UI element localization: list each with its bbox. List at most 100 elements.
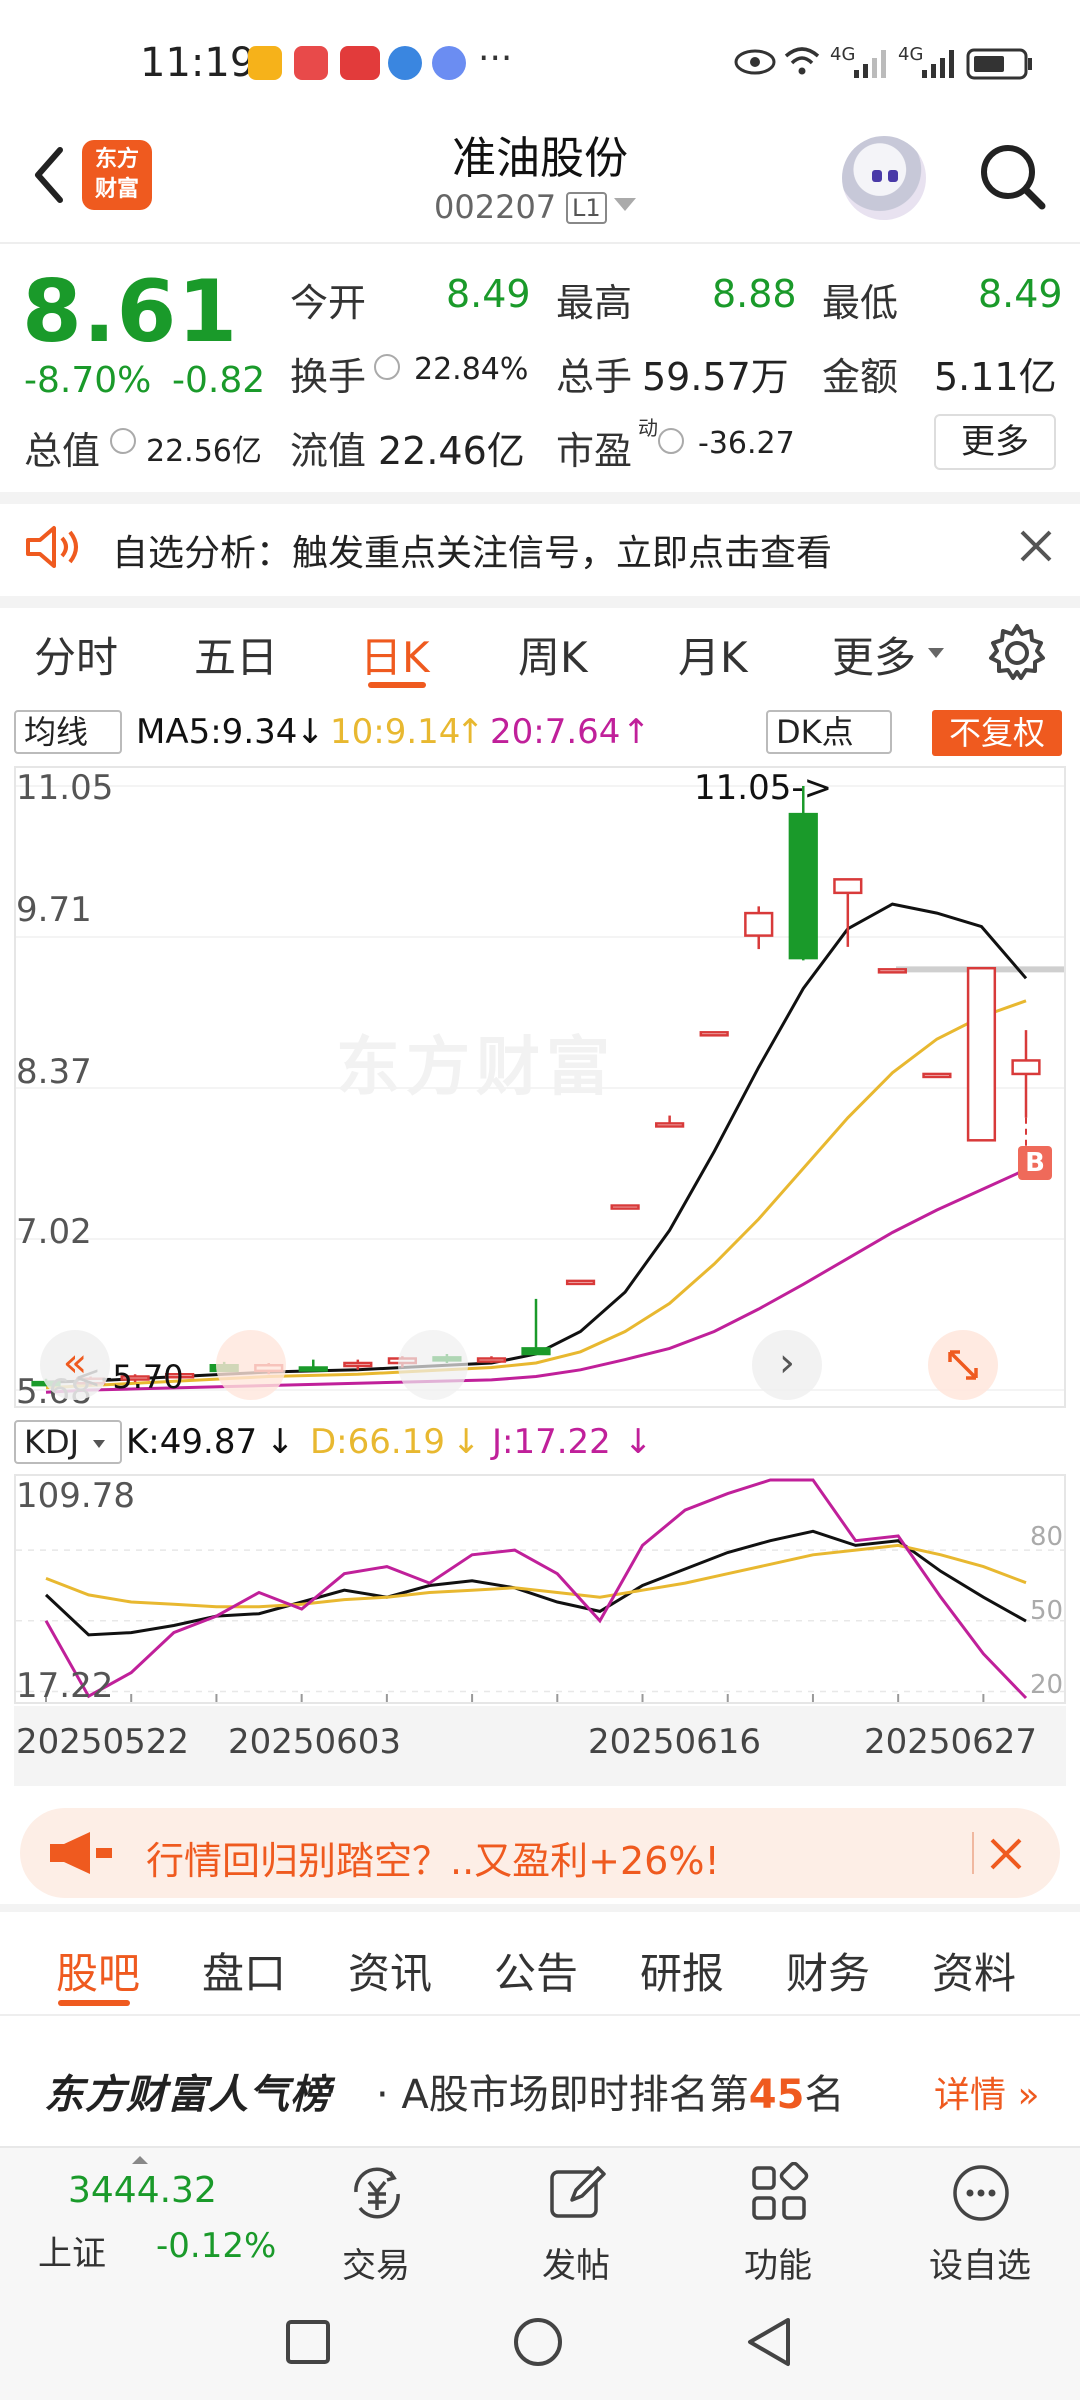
tab-monthly-k[interactable]: 月K — [678, 624, 748, 685]
ma20-up-arrow-icon: ↑ — [622, 712, 651, 752]
divider — [0, 242, 1080, 244]
zoom-out-button[interactable] — [216, 1330, 286, 1400]
tab-five-day[interactable]: 五日 — [194, 624, 278, 685]
kdj-chart[interactable] — [14, 1474, 1066, 1704]
huawei-app-icon — [294, 46, 328, 80]
tab-guba[interactable]: 股吧 — [56, 1940, 140, 2001]
b-marker: B — [1018, 1146, 1052, 1180]
promo-text: 行情回归别踏空？..又盈利+26%! — [146, 1839, 720, 1883]
promo-banner[interactable]: 行情回归别踏空？..又盈利+26%! — [20, 1808, 1060, 1898]
notice-banner[interactable]: 自选分析：触发重点关注信号，立即点击查看 — [0, 496, 1080, 596]
rank-prefix: · A股市场即时排名第 — [376, 2072, 749, 2118]
index-change: -0.12% — [156, 2226, 277, 2266]
dk-point-label: DK点 — [776, 713, 854, 751]
info-icon[interactable] — [658, 428, 684, 454]
more-notifications-icon: ··· — [478, 38, 513, 79]
kdj-dropdown[interactable]: KDJ — [14, 1420, 122, 1464]
logo-line: 东方 — [94, 147, 139, 172]
low-label: 最低 — [822, 281, 899, 325]
ma5-value: MA5:9.34 — [136, 712, 298, 752]
close-icon[interactable] — [986, 1834, 1026, 1874]
index-value: 3444.32 — [68, 2170, 217, 2211]
next-button[interactable]: › — [752, 1330, 822, 1400]
speaker-icon — [26, 526, 78, 568]
rank-detail-link[interactable]: 详情 » — [934, 2066, 1040, 2118]
kdj-dropdown-label: KDJ — [24, 1423, 80, 1461]
dk-point-button[interactable]: DK点 — [766, 710, 892, 754]
home-icon[interactable] — [512, 2316, 564, 2368]
low-value: 8.49 — [978, 272, 1063, 316]
status-bar: 11:19 ··· 4G 4G — [0, 0, 1080, 120]
ai-assistant-avatar[interactable] — [842, 136, 926, 220]
gear-icon[interactable] — [986, 622, 1048, 684]
kdj-k-value: K:49.87 — [126, 1422, 258, 1462]
back-nav-icon[interactable] — [744, 2316, 794, 2368]
tab-profile[interactable]: 资料 — [932, 1940, 1016, 2001]
kdj-d-value: D:66.19 — [310, 1422, 445, 1462]
prev-button[interactable] — [398, 1330, 468, 1400]
chevron-down-icon[interactable] — [614, 198, 636, 211]
info-icon[interactable] — [374, 354, 400, 380]
x-tick-label: 20250616 — [588, 1722, 762, 1762]
kline-chart[interactable]: 东方财富 — [14, 766, 1066, 1408]
ma-indicator-bar: 均线 MA5:9.34 ↓ 10:9.14 ↑ 20:7.64 ↑ DK点 不复… — [0, 706, 1080, 778]
no-adjust-button[interactable]: 不复权 — [932, 710, 1062, 756]
nav-functions[interactable]: 功能 — [708, 2152, 848, 2286]
current-price: 8.61 — [22, 262, 239, 362]
total-value-label: 总值 — [24, 429, 101, 473]
grid-function-icon — [752, 2162, 809, 2220]
more-dots-icon — [953, 2165, 1009, 2221]
info-icon[interactable] — [110, 428, 136, 454]
tab-intraday[interactable]: 分时 — [34, 624, 118, 685]
back-icon[interactable] — [22, 140, 82, 210]
turnover-value: 22.84% — [414, 352, 529, 387]
candle-body — [699, 1031, 729, 1037]
tab-finance[interactable]: 财务 — [786, 1940, 870, 2001]
candle-body — [1011, 1059, 1041, 1076]
level-badge[interactable]: L1 — [566, 192, 607, 224]
tab-more[interactable]: 更多 — [832, 624, 916, 685]
logo-line: 财富 — [94, 177, 139, 202]
double-chevron-right-icon: » — [1017, 2075, 1040, 2116]
tab-research[interactable]: 研报 — [640, 1940, 724, 2001]
ma20-value: 20:7.64 — [490, 712, 621, 752]
index-widget[interactable]: 3444.32 上证 -0.12% — [0, 2148, 300, 2282]
robot-eye — [872, 170, 882, 182]
x-tick-label: 20250522 — [16, 1722, 190, 1762]
y-tick-label: 7.02 — [16, 1212, 92, 1252]
stock-code: 002207 — [434, 188, 557, 226]
search-icon[interactable] — [976, 140, 1048, 212]
popularity-rank[interactable]: 东方财富人气榜 · A股市场即时排名第45名 详情 » — [0, 2016, 1080, 2146]
kdj-j-value: J:17.22 — [492, 1422, 611, 1462]
nav-trade[interactable]: 交易 — [306, 2152, 446, 2286]
ma10-up-arrow-icon: ↑ — [456, 712, 485, 752]
tab-announcement[interactable]: 公告 — [494, 1940, 578, 2001]
scroll-left-button[interactable]: « — [40, 1330, 110, 1400]
kdj-ref-label: 20 — [1030, 1670, 1064, 1700]
more-quote-button[interactable]: 更多 — [934, 414, 1056, 470]
candle-body — [966, 966, 997, 1142]
ma-dropdown-label: 均线 — [24, 713, 89, 751]
weibo-icon — [248, 46, 282, 80]
close-icon[interactable] — [1016, 526, 1056, 566]
tab-news[interactable]: 资讯 — [348, 1940, 432, 2001]
status-time: 11:19 — [140, 40, 256, 86]
caret-down-icon[interactable] — [928, 648, 944, 658]
candle-body — [922, 1072, 952, 1079]
divider — [0, 1904, 1080, 1912]
ma-dropdown[interactable]: 均线 — [14, 710, 122, 778]
wifi-icon — [784, 47, 820, 75]
kdj-y-tick: 17.22 — [16, 1666, 114, 1706]
kdj-y-tick: 109.78 — [16, 1476, 135, 1516]
nav-post[interactable]: 发帖 — [506, 2152, 646, 2286]
recent-apps-icon[interactable] — [284, 2318, 332, 2366]
fullscreen-button[interactable] — [928, 1330, 998, 1400]
turnover-label: 换手 — [290, 355, 367, 399]
tab-pankou[interactable]: 盘口 — [202, 1940, 286, 2001]
pe-superscript: 动 — [638, 416, 658, 440]
nav-add-watchlist[interactable]: 设自选 — [910, 2152, 1050, 2286]
browser-icon — [388, 46, 422, 80]
tab-daily-k[interactable]: 日K — [360, 624, 430, 685]
tab-weekly-k[interactable]: 周K — [518, 624, 588, 685]
volume-label: 总手 — [556, 355, 633, 399]
